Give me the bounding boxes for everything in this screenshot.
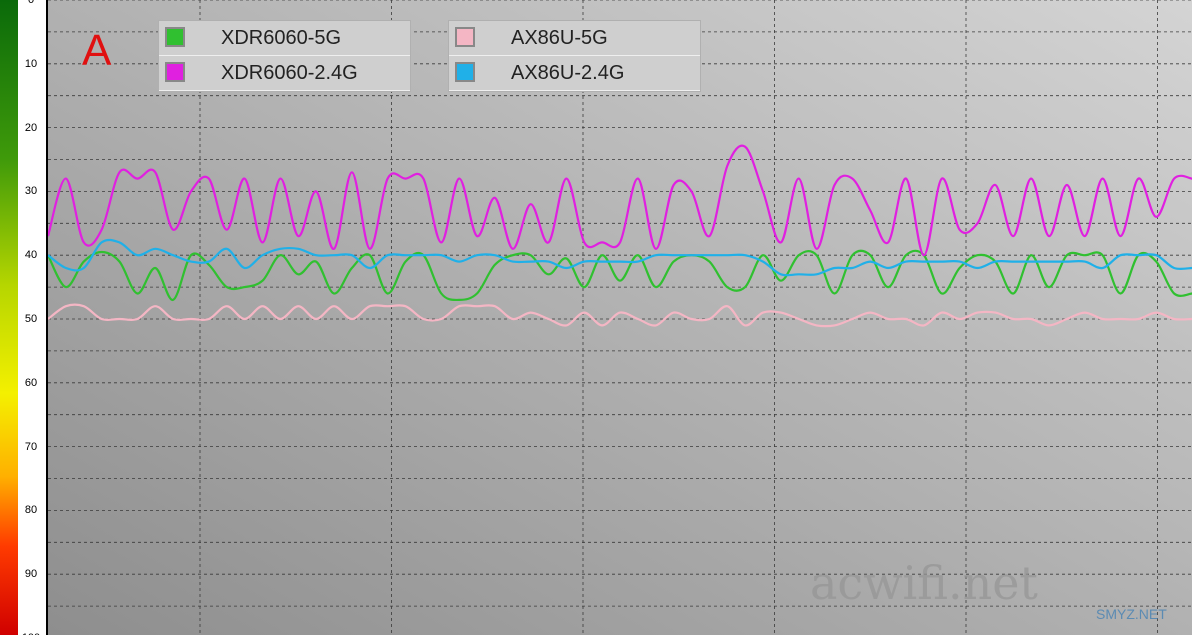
plot-background bbox=[48, 0, 1192, 635]
watermark: acwifi.net bbox=[810, 556, 1038, 610]
y-tick-label: 70 bbox=[24, 440, 38, 453]
legend-swatch-ax86u-5g bbox=[455, 27, 475, 47]
chart-canvas: 0102030405060708090100 XDR6060-5G XDR606… bbox=[0, 0, 1192, 635]
y-tick-label: 10 bbox=[24, 57, 38, 70]
legend-label-xdr6060-5g: XDR6060-5G bbox=[221, 27, 342, 49]
legend-label-ax86u-5g: AX86U-5G bbox=[511, 27, 608, 49]
legend-item-ax86u-5g: AX86U-5G bbox=[449, 21, 700, 56]
legend-group-xdr6060: XDR6060-5G XDR6060-2.4G bbox=[158, 20, 411, 92]
y-axis-panel: 0102030405060708090100 bbox=[0, 0, 48, 635]
watermark-small: SMYZ.NET bbox=[1096, 606, 1167, 622]
legend-label-ax86u-2-4g: AX86U-2.4G bbox=[511, 62, 625, 84]
y-tick-label: 50 bbox=[24, 313, 38, 325]
panel-label: A bbox=[82, 26, 112, 75]
y-tick-label: 60 bbox=[24, 376, 38, 389]
y-tick-label: 90 bbox=[24, 568, 38, 581]
legend-item-xdr6060-5g: XDR6060-5G bbox=[159, 21, 410, 56]
plot-svg bbox=[46, 0, 1192, 635]
y-tick-label: 0 bbox=[27, 0, 35, 6]
y-tick-label: 30 bbox=[24, 185, 38, 198]
legend-group-ax86u: AX86U-5G AX86U-2.4G bbox=[448, 20, 701, 92]
legend-swatch-xdr6060-2-4g bbox=[165, 62, 185, 82]
y-tick-label: 40 bbox=[24, 249, 38, 262]
signal-color-bar bbox=[0, 0, 18, 635]
y-tick-label: 80 bbox=[24, 504, 38, 517]
y-tick-label: 20 bbox=[24, 121, 38, 134]
legend-item-ax86u-2-4g: AX86U-2.4G bbox=[449, 56, 700, 91]
plot-area: XDR6060-5G XDR6060-2.4G AX86U-5G AX86U-2… bbox=[46, 0, 1192, 635]
legend-swatch-ax86u-2-4g bbox=[455, 62, 475, 82]
legend-label-xdr6060-2-4g: XDR6060-2.4G bbox=[221, 62, 358, 84]
legend-swatch-xdr6060-5g bbox=[165, 27, 185, 47]
legend-item-xdr6060-2-4g: XDR6060-2.4G bbox=[159, 56, 410, 91]
